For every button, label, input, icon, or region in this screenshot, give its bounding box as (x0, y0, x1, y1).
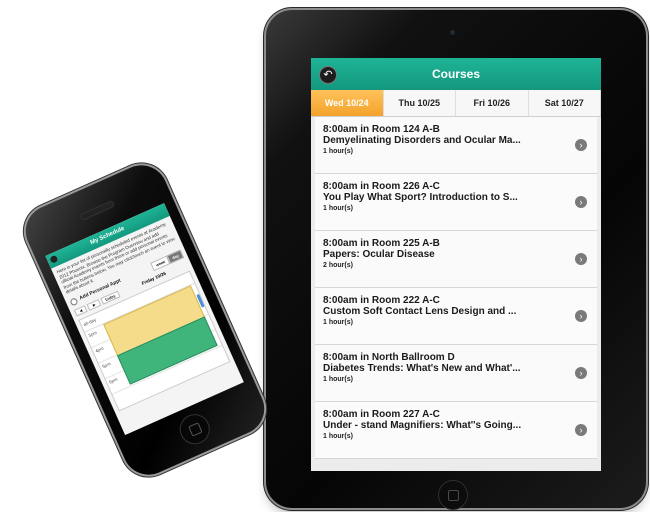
course-list: 8:00am in Room 124 A-B Demyelinating Dis… (311, 117, 601, 459)
course-time-room: 8:00am in Room 227 A-C (323, 409, 440, 420)
course-time-room: 8:00am in Room 222 A-C (323, 295, 440, 306)
list-item[interactable]: 8:00am in North Ballroom D Diabetes Tren… (315, 345, 597, 402)
course-duration: 2 hour(s) (323, 262, 353, 269)
course-title: You Play What Sport? Introduction to S..… (323, 192, 518, 203)
course-time-room: 8:00am in Room 225 A-B (323, 238, 440, 249)
chevron-right-icon[interactable]: › (575, 139, 587, 151)
list-item[interactable]: 8:00am in Room 226 A-C You Play What Spo… (315, 174, 597, 231)
page-title: Courses (431, 67, 481, 81)
iphone-screen: My Schedule Here is your list of persona… (45, 203, 244, 436)
iphone-wrapper: My Schedule Here is your list of persona… (10, 157, 273, 500)
tab-wed[interactable]: Wed 10/24 (311, 90, 384, 116)
course-duration: 1 hour(s) (323, 433, 353, 440)
ipad-device: ↶ Courses Wed 10/24 Thu 10/25 Fri 10/26 … (266, 10, 646, 510)
next-button[interactable]: ► (86, 298, 102, 311)
back-arrow-icon[interactable] (49, 254, 59, 264)
home-button-icon[interactable] (438, 480, 468, 510)
course-duration: 1 hour(s) (323, 319, 353, 326)
course-duration: 1 hour(s) (323, 148, 353, 155)
course-duration: 1 hour(s) (323, 205, 353, 212)
course-title: Under - stand Magnifiers: What''s Going.… (323, 420, 522, 431)
list-item[interactable]: 8:00am in Room 222 A-C Custom Soft Conta… (315, 288, 597, 345)
camera-icon (450, 30, 455, 35)
tab-fri[interactable]: Fri 10/26 (456, 90, 529, 116)
course-title: Custom Soft Contact Lens Design and ... (323, 306, 517, 317)
chevron-right-icon[interactable]: › (575, 367, 587, 379)
course-title: Diabetes Trends: What's New and What'... (323, 363, 521, 374)
course-time-room: 8:00am in Room 124 A-B (323, 124, 440, 135)
course-time-room: 8:00am in Room 226 A-C (323, 181, 440, 192)
chevron-right-icon[interactable]: › (575, 253, 587, 265)
home-button-icon[interactable] (174, 409, 215, 450)
iphone-device: My Schedule Here is your list of persona… (17, 157, 273, 483)
app-header: ↶ Courses (311, 58, 601, 90)
course-duration: 1 hour(s) (323, 376, 353, 383)
tab-thu[interactable]: Thu 10/25 (384, 90, 456, 116)
chevron-right-icon[interactable]: › (575, 424, 587, 436)
date-tabs: Wed 10/24 Thu 10/25 Fri 10/26 Sat 10/27 (311, 90, 601, 117)
course-title: Demyelinating Disorders and Ocular Ma... (323, 135, 521, 146)
tab-sat[interactable]: Sat 10/27 (529, 90, 601, 116)
prev-button[interactable]: ◄ (73, 304, 88, 317)
list-item[interactable]: 8:00am in Room 227 A-C Under - stand Mag… (315, 402, 597, 459)
course-title: Papers: Ocular Disease (323, 249, 435, 260)
chevron-right-icon[interactable]: › (575, 196, 587, 208)
list-item[interactable]: 8:00am in Room 124 A-B Demyelinating Dis… (315, 117, 597, 174)
list-item[interactable]: 8:00am in Room 225 A-B Papers: Ocular Di… (315, 231, 597, 288)
chevron-right-icon[interactable]: › (575, 310, 587, 322)
ipad-screen: ↶ Courses Wed 10/24 Thu 10/25 Fri 10/26 … (311, 58, 601, 471)
speaker-icon (79, 199, 116, 221)
course-time-room: 8:00am in North Ballroom D (323, 352, 455, 363)
